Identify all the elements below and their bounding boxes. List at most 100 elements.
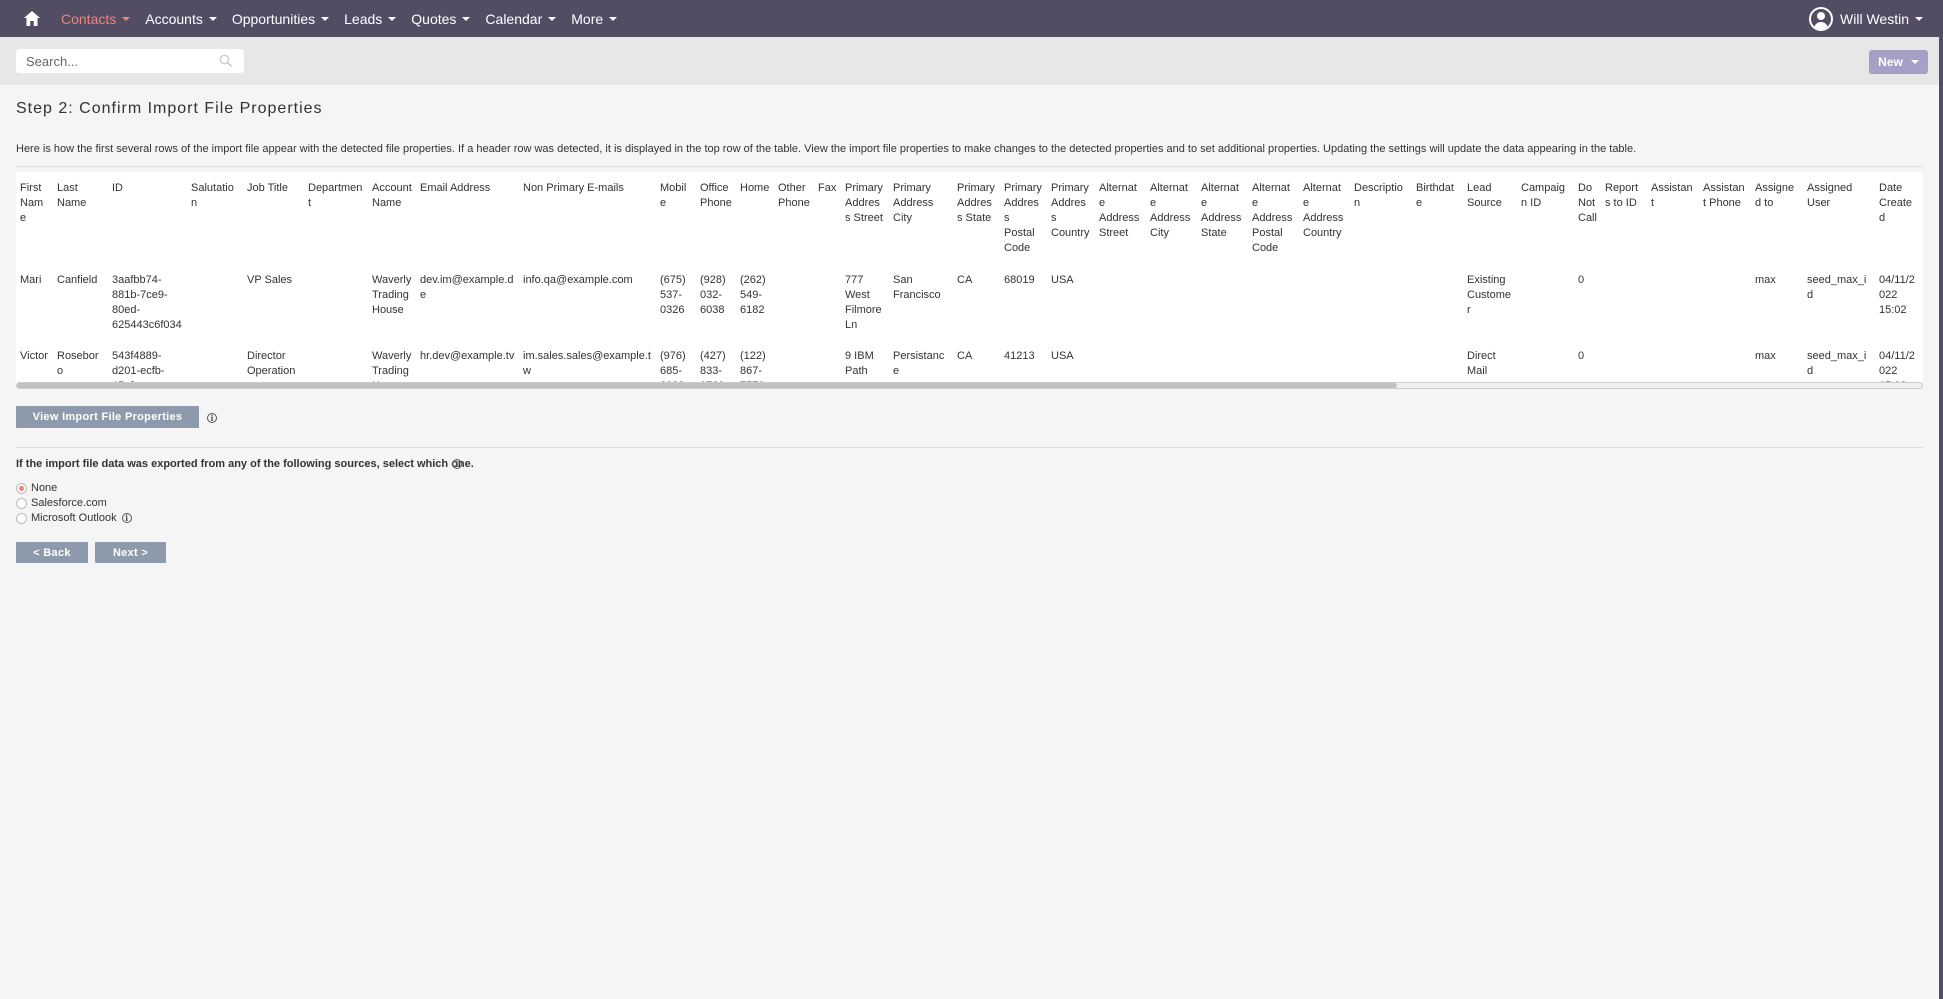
nav-item-leads[interactable]: Leads bbox=[344, 11, 397, 27]
table-cell bbox=[774, 341, 814, 384]
table-cell: Victor bbox=[20, 350, 48, 362]
table-cell: CA bbox=[957, 350, 973, 362]
divider bbox=[16, 447, 1923, 448]
table-header-cell: Fax bbox=[818, 182, 837, 194]
table-cell: (262) 549-6182 bbox=[740, 274, 766, 316]
nav-item-calendar[interactable]: Calendar bbox=[485, 11, 557, 27]
nav-item-quotes[interactable]: Quotes bbox=[411, 11, 471, 27]
radio-label: Microsoft Outlook bbox=[31, 512, 117, 524]
radio-option-salesforce[interactable]: Salesforce.com bbox=[16, 497, 107, 509]
view-import-file-properties-button[interactable]: View Import File Properties bbox=[16, 406, 199, 428]
table-cell bbox=[1412, 341, 1463, 384]
nav-item-contacts[interactable]: Contacts bbox=[61, 11, 131, 27]
user-name: Will Westin bbox=[1840, 10, 1909, 27]
radio-option-none[interactable]: None bbox=[16, 482, 57, 494]
table-cell bbox=[187, 341, 243, 384]
chevron-down-icon bbox=[1915, 16, 1923, 21]
table-header-cell: Home bbox=[740, 182, 770, 194]
scrollbar-thumb[interactable] bbox=[17, 383, 1397, 388]
table-cell bbox=[1647, 265, 1699, 341]
table-cell: 543f4889-d201-ecfb-45af-62544391ba2b bbox=[112, 350, 165, 384]
table-header-cell: Assigned User bbox=[1807, 182, 1853, 209]
chevron-down-icon bbox=[609, 16, 618, 21]
user-avatar-icon bbox=[1809, 6, 1834, 31]
table-header-cell: Other Phone bbox=[778, 182, 810, 209]
page-title: Step 2: Confirm Import File Properties bbox=[16, 100, 323, 117]
table-header-cell: Alternate Address Country bbox=[1303, 182, 1344, 239]
next-button-label: Next > bbox=[112, 546, 149, 559]
radio-outlook[interactable] bbox=[16, 512, 27, 524]
info-icon[interactable]: i bbox=[207, 413, 217, 423]
nav-item-label: Opportunities bbox=[231, 10, 316, 27]
table-cell bbox=[1248, 265, 1299, 341]
search-input[interactable] bbox=[16, 49, 244, 73]
table-header-cell: Assistant bbox=[1651, 182, 1693, 209]
table-cell bbox=[1095, 265, 1146, 341]
table-cell: USA bbox=[1051, 350, 1074, 362]
table-header-cell: Mobile bbox=[660, 182, 687, 209]
table-cell: (976) 685-3832 bbox=[660, 350, 686, 384]
table-cell bbox=[1299, 341, 1350, 384]
table-cell: Direct Mail bbox=[1467, 350, 1496, 377]
new-button[interactable]: New bbox=[1869, 50, 1928, 74]
table-header-cell: Primary Address State bbox=[957, 182, 995, 224]
table-cell: USA bbox=[1051, 274, 1074, 286]
nav-item-more[interactable]: More bbox=[571, 11, 618, 27]
chevron-down-icon bbox=[388, 16, 397, 21]
table-cell: 3aafbb74-881b-7ce9-80ed-625443c6f034 bbox=[112, 274, 182, 331]
back-button-label: < Back bbox=[33, 546, 71, 559]
table-cell bbox=[1299, 265, 1350, 341]
table-cell bbox=[187, 265, 243, 341]
table-header-cell: Primary Address Postal Code bbox=[1004, 182, 1042, 254]
table-cell: CA bbox=[957, 274, 973, 286]
table-header-cell: Non Primary E-mails bbox=[523, 182, 624, 194]
nav-item-accounts[interactable]: Accounts bbox=[145, 11, 217, 27]
table-row: Victor Roseboro 543f4889-d201-ecfb-45af-62… bbox=[16, 341, 1919, 384]
table-cell: San Francisco bbox=[893, 274, 941, 301]
table-cell: 9 IBM Path bbox=[845, 350, 874, 377]
radio-salesforce[interactable] bbox=[16, 497, 27, 509]
table-header-cell: Job Title bbox=[247, 182, 288, 194]
source-question: If the import file data was exported fro… bbox=[16, 458, 474, 470]
view-import-file-properties-label: View Import File Properties bbox=[32, 411, 183, 423]
chevron-down-icon bbox=[462, 16, 471, 21]
home-icon[interactable] bbox=[23, 10, 41, 28]
table-cell bbox=[304, 341, 368, 384]
radio-option-outlook[interactable]: Microsoft Outlook i bbox=[16, 512, 132, 524]
table-cell bbox=[1699, 265, 1751, 341]
info-icon[interactable]: i bbox=[121, 513, 132, 523]
search-icon[interactable] bbox=[219, 54, 233, 68]
back-button[interactable]: < Back bbox=[16, 542, 88, 563]
table-cell bbox=[774, 265, 814, 341]
table-cell bbox=[1095, 341, 1146, 384]
nav-item-opportunities[interactable]: Opportunities bbox=[231, 10, 330, 27]
table-header-cell: Assigned to bbox=[1755, 182, 1795, 209]
table-header-cell: ID bbox=[112, 182, 123, 194]
table-cell: VP Sales bbox=[247, 274, 293, 286]
table-header-cell: Email Address bbox=[420, 182, 491, 194]
table-header-cell: Primary Address Street bbox=[845, 182, 883, 224]
table-cell bbox=[1197, 341, 1248, 384]
table-header-cell: Alternate Address Postal Code bbox=[1252, 182, 1293, 254]
table-header-cell: Salutation bbox=[191, 182, 234, 209]
table-cell: 04/11/2022 15:02 bbox=[1879, 274, 1915, 316]
search-bar: New bbox=[0, 37, 1943, 85]
info-icon[interactable]: i bbox=[452, 459, 462, 469]
user-menu[interactable]: Will Westin bbox=[1809, 0, 1923, 37]
next-button[interactable]: Next > bbox=[95, 542, 166, 563]
table-cell: (122) 867-7576 bbox=[740, 350, 766, 384]
horizontal-scrollbar[interactable] bbox=[16, 382, 1923, 389]
table-header-cell: Description bbox=[1354, 182, 1403, 209]
table-cell bbox=[1146, 341, 1197, 384]
table-cell: Existing Customer bbox=[1467, 274, 1512, 316]
table-header-row: First Name Last Name ID Salutation Job Title… bbox=[16, 172, 1919, 265]
table-cell: Mari bbox=[20, 274, 42, 286]
table-header-cell: Birthdate bbox=[1416, 182, 1454, 209]
table-cell bbox=[1699, 341, 1751, 384]
table-header-cell: Office Phone bbox=[700, 182, 732, 209]
import-preview-table: First Name Last Name ID Salutation Job Title… bbox=[16, 172, 1923, 384]
table-header-cell: Lead Source bbox=[1467, 182, 1502, 209]
radio-none[interactable] bbox=[16, 482, 27, 494]
table-header-cell: Primary Address City bbox=[893, 182, 934, 224]
table-header-cell: Date Created bbox=[1879, 182, 1913, 224]
